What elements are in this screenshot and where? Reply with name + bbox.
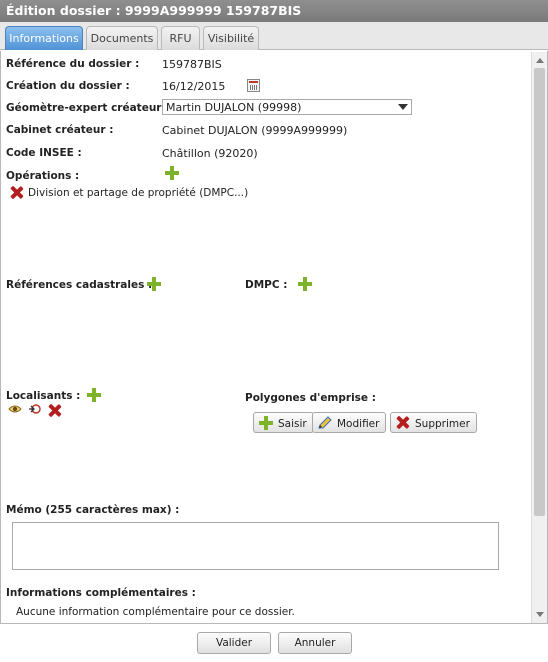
reference-value: 159787BIS — [162, 58, 222, 71]
creation-label: Création du dossier : — [6, 80, 130, 92]
locate-target-icon[interactable] — [28, 402, 42, 416]
modifier-label: Modifier — [337, 418, 380, 430]
localisants-label: Localisants : — [6, 390, 81, 402]
vertical-scrollbar[interactable] — [531, 52, 547, 623]
geometre-label: Géomètre-expert créateur : — [6, 102, 170, 114]
valider-button[interactable]: Valider — [197, 632, 271, 654]
operations-label: Opérations : — [6, 170, 80, 182]
supprimer-label: Supprimer — [415, 418, 470, 430]
add-operation-plus-icon[interactable] — [165, 166, 179, 180]
scrollbar-thumb[interactable] — [534, 68, 545, 516]
delete-x-icon — [395, 416, 411, 430]
scroll-down-icon[interactable] — [536, 612, 544, 617]
chevron-down-icon — [398, 104, 408, 110]
scroll-up-icon[interactable] — [536, 58, 544, 63]
cabinet-value: Cabinet DUJALON (9999A999999) — [162, 124, 348, 137]
tab-strip: Informations Documents RFU Visibilité — [0, 22, 548, 50]
insee-value: Châtillon (92020) — [162, 147, 258, 160]
plus-icon — [258, 416, 274, 430]
reference-label: Référence du dossier : — [6, 58, 140, 70]
remove-operation-x-icon[interactable] — [10, 186, 23, 199]
add-reference-cadastrale-plus-icon[interactable] — [147, 277, 161, 291]
modifier-button[interactable]: Modifier — [312, 412, 387, 433]
remove-localisant-x-icon[interactable] — [48, 404, 61, 417]
edit-dossier-dialog: Édition dossier : 9999A999999 159787BIS … — [0, 0, 548, 662]
tab-informations[interactable]: Informations — [5, 26, 83, 50]
creation-date-value: 16/12/2015 — [162, 80, 226, 93]
annuler-button[interactable]: Annuler — [278, 632, 352, 654]
dmpc-label: DMPC : — [245, 279, 288, 291]
pencil-icon-svg — [318, 416, 332, 429]
tab-visibilite[interactable]: Visibilité — [203, 26, 259, 50]
supprimer-button[interactable]: Supprimer — [390, 412, 477, 433]
geometre-select[interactable]: Martin DUJALON (99998) — [162, 99, 412, 115]
saisir-label: Saisir — [278, 418, 307, 430]
geometre-select-value: Martin DUJALON (99998) — [166, 101, 302, 114]
add-localisant-plus-icon[interactable] — [87, 388, 101, 402]
plus-shape — [259, 416, 273, 430]
informations-panel: Référence du dossier : 159787BIS Créatio… — [2, 52, 531, 622]
pencil-icon — [317, 416, 333, 430]
references-cadastrales-label: Références cadastrales : — [6, 279, 153, 291]
dialog-title: Édition dossier : 9999A999999 159787BIS — [0, 0, 548, 22]
tab-documents[interactable]: Documents — [86, 26, 158, 50]
memo-label: Mémo (255 caractères max) : — [6, 504, 180, 516]
x-shape — [396, 416, 409, 429]
infos-complementaires-text: Aucune information complémentaire pour c… — [16, 606, 295, 618]
memo-textarea[interactable] — [12, 522, 499, 570]
calendar-icon[interactable] — [247, 79, 260, 92]
saisir-button[interactable]: Saisir — [253, 412, 314, 433]
eye-icon[interactable] — [8, 404, 22, 414]
insee-label: Code INSEE : — [6, 147, 82, 159]
dialog-footer: Valider Annuler — [0, 624, 548, 662]
polygones-label: Polygones d'emprise : — [245, 392, 376, 404]
cabinet-label: Cabinet créateur : — [6, 124, 114, 136]
operation-item: Division et partage de propriété (DMPC..… — [28, 187, 249, 199]
add-dmpc-plus-icon[interactable] — [298, 277, 312, 291]
infos-complementaires-label: Informations complémentaires : — [6, 587, 196, 599]
tab-rfu[interactable]: RFU — [161, 26, 200, 50]
